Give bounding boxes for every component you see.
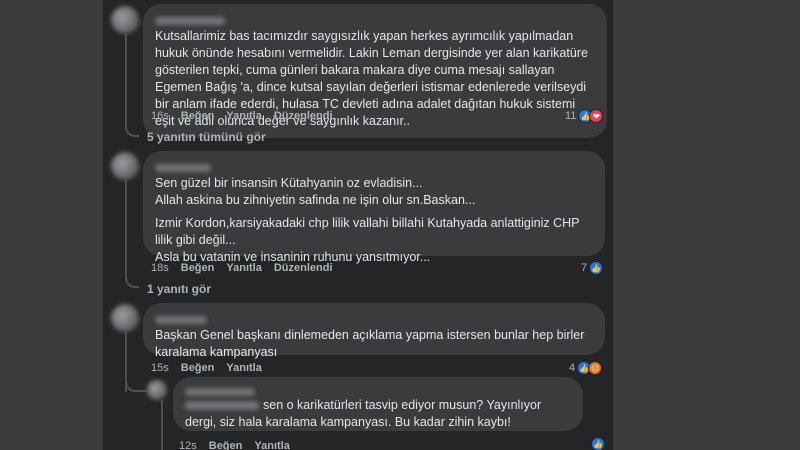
comment-time[interactable]: 15s: [151, 362, 169, 374]
comment-time[interactable]: 12s: [179, 440, 197, 450]
avatar[interactable]: [147, 380, 167, 400]
reaction-summary[interactable]: 👍: [591, 437, 605, 450]
like-button[interactable]: Beğen: [181, 362, 215, 374]
thumbs-up-icon: 👍: [591, 437, 605, 450]
comment-text: Sen güzel bir insansin Kütahyanin oz evl…: [155, 176, 476, 207]
view-replies-link[interactable]: 1 yanıtı gör: [147, 282, 211, 296]
thread-line: [125, 180, 127, 280]
reply-button[interactable]: Yanıtla: [254, 440, 289, 450]
reply-button[interactable]: Yanıtla: [226, 110, 261, 122]
comment-text: Izmir Kordon,karsiyakadaki chp lilik val…: [155, 216, 580, 264]
reaction-count: 7: [581, 262, 588, 274]
thread-connector: [125, 125, 139, 137]
comments-section: Kutsallarimiz bas tacımızdır saygısızlık…: [103, 0, 613, 450]
reaction-summary[interactable]: 4 👍 ☹: [569, 361, 603, 375]
thread-line: [161, 400, 163, 450]
comment-time[interactable]: 18s: [151, 262, 169, 274]
reaction-count: 11: [565, 110, 577, 122]
screenshot-frame: Kutsallarimiz bas tacımızdır saygısızlık…: [0, 0, 800, 450]
right-margin: [613, 0, 800, 450]
avatar[interactable]: [111, 152, 139, 180]
comment-text: Başkan Genel başkanı dinlemeden açıklama…: [155, 328, 585, 359]
comment-actions: 15s Beğen Yanıtla: [151, 362, 262, 374]
thumbs-up-icon: 👍: [589, 261, 604, 275]
commenter-name[interactable]: [155, 159, 593, 172]
thread-line: [125, 34, 127, 129]
comment-bubble: Sen güzel bir insansin Kütahyanin oz evl…: [143, 151, 605, 264]
reply-button[interactable]: Yanıtla: [226, 262, 261, 274]
avatar[interactable]: [111, 304, 139, 332]
like-button[interactable]: Beğen: [209, 440, 243, 450]
commenter-name[interactable]: [155, 311, 593, 324]
comment-bubble: sen o karikatürleri tasvip ediyor musun?…: [173, 377, 583, 431]
comment-actions: 12s Beğen Yanıtla: [179, 440, 290, 450]
like-button[interactable]: Beğen: [181, 110, 215, 122]
comment-time[interactable]: 16s: [151, 110, 169, 122]
reply-button[interactable]: Yanıtla: [226, 362, 261, 374]
heart-icon: ❤: [589, 109, 604, 123]
angry-face-icon: ☹: [588, 361, 603, 375]
left-margin: [0, 0, 103, 450]
avatar[interactable]: [111, 6, 139, 34]
reaction-summary[interactable]: 7 👍: [581, 261, 604, 275]
comment-actions: 16s Beğen Yanıtla Düzenlendi: [151, 110, 333, 122]
thread-connector: [125, 380, 147, 392]
comment-bubble: Başkan Genel başkanı dinlemeden açıklama…: [143, 303, 605, 359]
thread-connector: [125, 276, 139, 288]
reaction-summary[interactable]: 11 👍 ❤: [565, 109, 604, 123]
mentioned-user[interactable]: [185, 401, 259, 411]
commenter-name[interactable]: [155, 12, 595, 25]
edited-label[interactable]: Düzenlendi: [274, 262, 333, 274]
view-replies-link[interactable]: 5 yanıtın tümünü gör: [147, 130, 266, 144]
reaction-count: 4: [569, 362, 576, 374]
comment-actions: 18s Beğen Yanıtla Düzenlendi: [151, 262, 333, 274]
commenter-name[interactable]: [185, 383, 571, 396]
comment-text: sen o karikatürleri tasvip ediyor musun?…: [185, 397, 571, 431]
like-button[interactable]: Beğen: [181, 262, 215, 274]
edited-label[interactable]: Düzenlendi: [274, 110, 333, 122]
